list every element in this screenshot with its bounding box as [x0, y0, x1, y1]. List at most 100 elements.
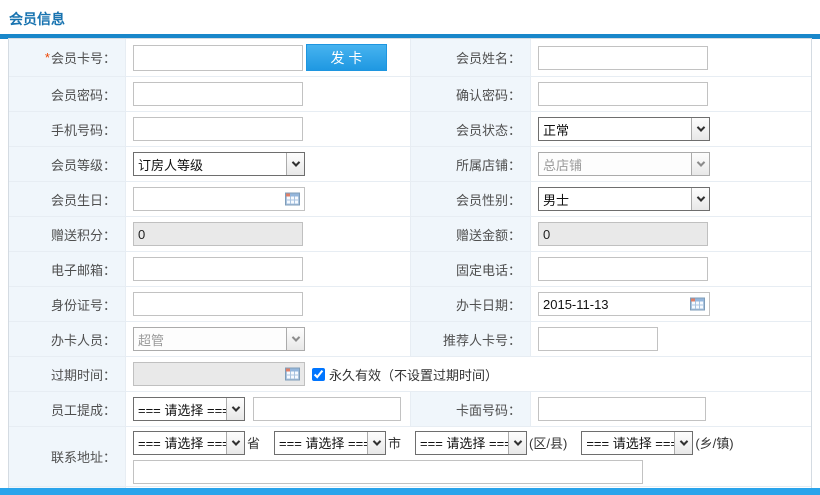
chevron-down-icon — [367, 431, 386, 454]
province-suffix: 省 — [247, 436, 261, 451]
status-label: 会员状态： — [411, 112, 531, 146]
row-operator-referrer: 办卡人员： 超管 推荐人卡号： — [9, 322, 811, 357]
row-email-phone: 电子邮箱： 固定电话： — [9, 252, 811, 287]
level-select[interactable]: 订房人等级 — [133, 152, 305, 176]
email-cell — [126, 252, 411, 286]
email-input[interactable] — [133, 257, 303, 281]
chevron-down-icon — [226, 431, 244, 454]
gender-label: 会员性别： — [411, 182, 531, 216]
card-no-label: * 会员卡号： — [9, 39, 126, 76]
bottom-section-bar — [0, 488, 820, 495]
town-suffix: (乡/镇) — [695, 436, 734, 451]
address-selects: === 请选择 === 省 === 请选择 === 市 === 请选择 === … — [133, 428, 811, 458]
row-bonus: 赠送积分： 赠送金额： — [9, 217, 811, 252]
calendar-icon[interactable] — [285, 367, 300, 381]
chevron-down-icon — [674, 431, 693, 454]
address-detail-line — [133, 458, 811, 486]
commission-input[interactable] — [253, 397, 401, 421]
card-date-label: 办卡日期： — [411, 287, 531, 321]
status-cell: 正常 — [531, 112, 811, 146]
card-face-input[interactable] — [538, 397, 706, 421]
member-name-label: 会员姓名： — [411, 39, 531, 76]
chevron-down-icon — [691, 188, 709, 210]
bonus-amount-input-disabled — [538, 222, 708, 246]
town-select[interactable]: === 请选择 === — [581, 430, 694, 455]
district-suffix: (区/县) — [529, 436, 568, 451]
referrer-input[interactable] — [538, 327, 658, 351]
card-no-input[interactable] — [133, 44, 303, 71]
row-birthday-gender: 会员生日： 会员性别： 男士 — [9, 182, 811, 217]
row-id-carddate: 身份证号： 办卡日期： — [9, 287, 811, 322]
birthday-input[interactable] — [133, 187, 305, 211]
city-suffix: 市 — [388, 436, 402, 451]
birthday-cell — [126, 182, 411, 216]
id-number-input[interactable] — [133, 292, 303, 316]
bonus-points-label: 赠送积分： — [9, 217, 126, 251]
commission-select[interactable]: === 请选择 === — [133, 397, 245, 421]
password-input[interactable] — [133, 82, 303, 106]
member-name-cell — [531, 39, 811, 76]
bonus-amount-cell — [531, 217, 811, 251]
row-card-number: * 会员卡号： 发 卡 会员姓名： — [9, 39, 811, 77]
bonus-amount-label: 赠送金额： — [411, 217, 531, 251]
card-no-cell: 发 卡 — [126, 39, 411, 76]
landline-label: 固定电话： — [411, 252, 531, 286]
issue-card-button[interactable]: 发 卡 — [306, 44, 387, 71]
chevron-down-icon — [691, 153, 709, 175]
chevron-down-icon — [286, 328, 304, 350]
operator-label: 办卡人员： — [9, 322, 126, 356]
landline-input[interactable] — [538, 257, 708, 281]
row-level-store: 会员等级： 订房人等级 所属店铺： 总店铺 — [9, 147, 811, 182]
card-face-label: 卡面号码： — [411, 392, 531, 426]
calendar-icon[interactable] — [285, 192, 300, 206]
operator-cell: 超管 — [126, 322, 411, 356]
card-date-input[interactable] — [538, 292, 710, 316]
mobile-cell — [126, 112, 411, 146]
address-detail-input[interactable] — [133, 459, 643, 484]
expiry-input-disabled — [133, 362, 305, 386]
chevron-down-icon — [226, 398, 244, 420]
calendar-icon[interactable] — [690, 297, 705, 311]
gender-select[interactable]: 男士 — [538, 187, 710, 211]
email-label: 电子邮箱： — [9, 252, 126, 286]
member-form: * 会员卡号： 发 卡 会员姓名： 会员密码： 确认密码： 手机号码： 会员状态… — [8, 38, 812, 495]
confirm-password-label: 确认密码： — [411, 77, 531, 111]
operator-select-disabled: 超管 — [133, 327, 305, 351]
landline-cell — [531, 252, 811, 286]
status-select[interactable]: 正常 — [538, 117, 710, 141]
permanent-valid-checkbox[interactable] — [312, 367, 325, 381]
page-header: 会员信息 — [0, 0, 820, 29]
province-select[interactable]: === 请选择 === — [133, 430, 245, 455]
id-number-label: 身份证号： — [9, 287, 126, 321]
level-cell: 订房人等级 — [126, 147, 411, 181]
permanent-valid-label: 永久有效（不设置过期时间） — [329, 367, 499, 383]
store-select-disabled: 总店铺 — [538, 152, 710, 176]
chevron-down-icon — [691, 118, 709, 140]
confirm-password-input[interactable] — [538, 82, 708, 106]
card-face-cell — [531, 392, 811, 426]
gender-cell: 男士 — [531, 182, 811, 216]
birthday-label: 会员生日： — [9, 182, 126, 216]
page-title: 会员信息 — [9, 11, 65, 27]
address-label: 联系地址： — [9, 427, 126, 486]
commission-label: 员工提成： — [9, 392, 126, 426]
chevron-down-icon — [286, 153, 304, 175]
chevron-down-icon — [508, 431, 527, 454]
password-cell — [126, 77, 411, 111]
row-password: 会员密码： 确认密码： — [9, 77, 811, 112]
password-label: 会员密码： — [9, 77, 126, 111]
expiry-cell: 永久有效（不设置过期时间） — [126, 357, 811, 391]
city-select[interactable]: === 请选择 === — [274, 430, 387, 455]
member-info-page: 会员信息 * 会员卡号： 发 卡 会员姓名： 会员密码： 确认密码： 手机号码：… — [0, 0, 820, 495]
store-cell: 总店铺 — [531, 147, 811, 181]
address-cell: === 请选择 === 省 === 请选择 === 市 === 请选择 === … — [126, 427, 811, 486]
mobile-label: 手机号码： — [9, 112, 126, 146]
bonus-points-input-disabled — [133, 222, 303, 246]
expiry-label: 过期时间： — [9, 357, 126, 391]
district-select[interactable]: === 请选择 === — [415, 430, 528, 455]
mobile-input[interactable] — [133, 117, 303, 141]
bonus-points-cell — [126, 217, 411, 251]
row-commission-cardface: 员工提成： === 请选择 === 卡面号码： — [9, 392, 811, 427]
member-name-input[interactable] — [538, 45, 708, 70]
store-label: 所属店铺： — [411, 147, 531, 181]
